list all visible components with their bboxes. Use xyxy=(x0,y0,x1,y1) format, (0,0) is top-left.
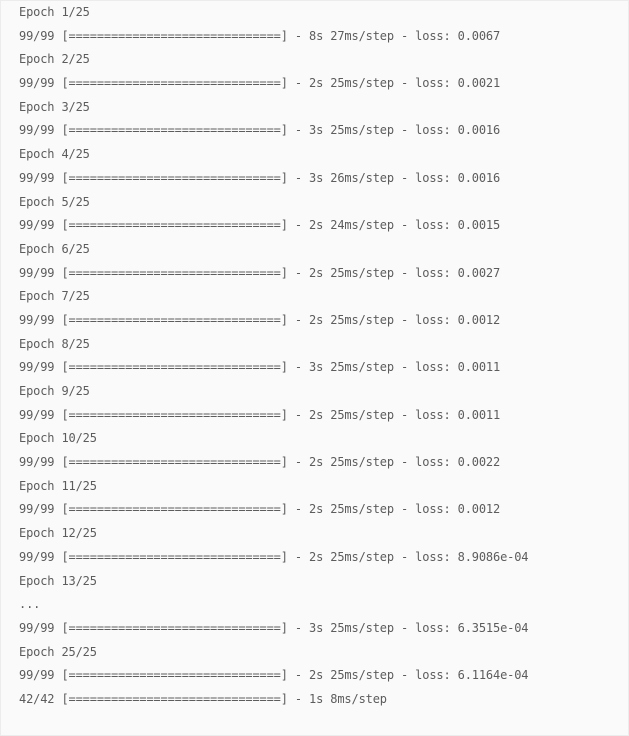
log-line-epoch-7: Epoch 7/25 xyxy=(19,289,90,304)
log-line-progress-12: 99/99 [==============================] -… xyxy=(19,549,529,564)
training-output-panel: Epoch 1/25 99/99 [======================… xyxy=(0,0,629,736)
training-log: Epoch 1/25 99/99 [======================… xyxy=(19,1,529,712)
log-line-progress-24: 99/99 [==============================] -… xyxy=(19,620,529,635)
log-line-progress-10: 99/99 [==============================] -… xyxy=(19,455,501,470)
log-line-progress-6: 99/99 [==============================] -… xyxy=(19,265,501,280)
log-line-epoch-13: Epoch 13/25 xyxy=(19,573,97,588)
log-line-epoch-4: Epoch 4/25 xyxy=(19,147,90,162)
log-line-epoch-25: Epoch 25/25 xyxy=(19,644,97,659)
log-line-progress-5: 99/99 [==============================] -… xyxy=(19,218,501,233)
log-line-epoch-8: Epoch 8/25 xyxy=(19,336,90,351)
log-line-progress-8: 99/99 [==============================] -… xyxy=(19,360,501,375)
log-line-epoch-11: Epoch 11/25 xyxy=(19,478,97,493)
log-line-epoch-10: Epoch 10/25 xyxy=(19,431,97,446)
log-line-progress-4: 99/99 [==============================] -… xyxy=(19,170,501,185)
log-line-progress-25: 99/99 [==============================] -… xyxy=(19,668,529,683)
log-line-epoch-3: Epoch 3/25 xyxy=(19,99,90,114)
log-line-epoch-6: Epoch 6/25 xyxy=(19,241,90,256)
log-line-progress-3: 99/99 [==============================] -… xyxy=(19,123,501,138)
log-line-epoch-9: Epoch 9/25 xyxy=(19,384,90,398)
log-line-progress-9: 99/99 [==============================] -… xyxy=(19,407,501,422)
log-line-progress-1: 99/99 [==============================] -… xyxy=(19,28,501,43)
log-line-progress-7: 99/99 [==============================] -… xyxy=(19,312,501,327)
log-line-ellipsis: ... xyxy=(19,597,41,612)
log-line-progress-2: 99/99 [==============================] -… xyxy=(19,76,501,91)
log-line-epoch-1: Epoch 1/25 xyxy=(19,5,90,19)
log-line-progress-11: 99/99 [==============================] -… xyxy=(19,502,501,517)
log-line-epoch-2: Epoch 2/25 xyxy=(19,52,90,67)
log-line-epoch-12: Epoch 12/25 xyxy=(19,526,97,541)
log-line-epoch-5: Epoch 5/25 xyxy=(19,194,90,209)
log-line-predict-progress: 42/42 [==============================] -… xyxy=(19,691,387,706)
